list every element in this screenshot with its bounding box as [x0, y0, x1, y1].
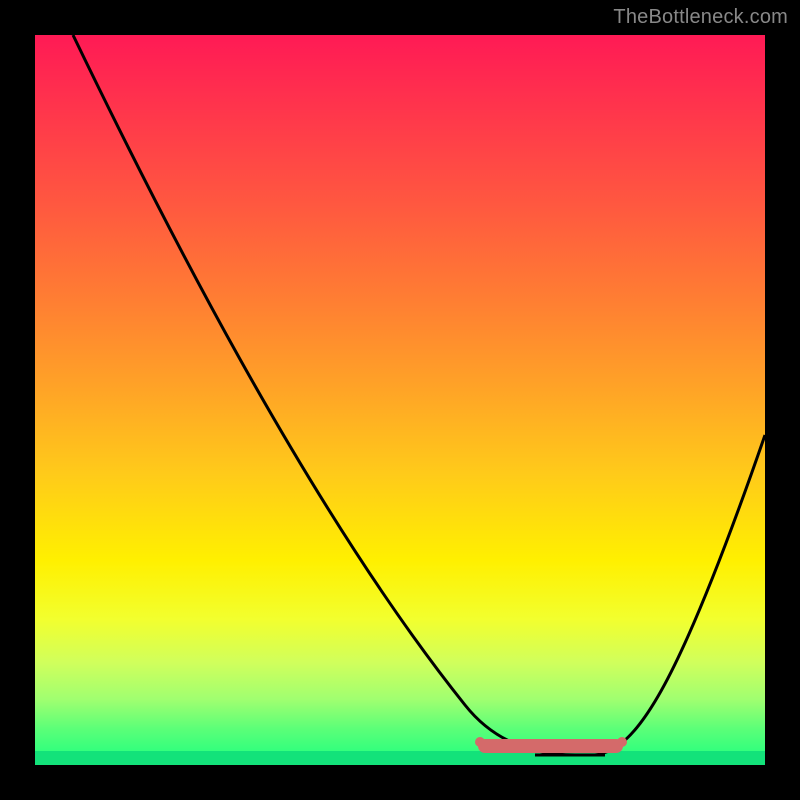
curve-right-branch — [595, 435, 765, 755]
plot-area — [35, 35, 765, 765]
highlight-dot-left — [475, 737, 485, 747]
highlight-dot-right — [617, 737, 627, 747]
watermark-text: TheBottleneck.com — [613, 6, 788, 29]
highlight-segment — [478, 739, 623, 753]
chart-frame: TheBottleneck.com — [0, 0, 800, 800]
curve-left-branch — [73, 35, 575, 755]
bottleneck-curve — [35, 35, 765, 765]
